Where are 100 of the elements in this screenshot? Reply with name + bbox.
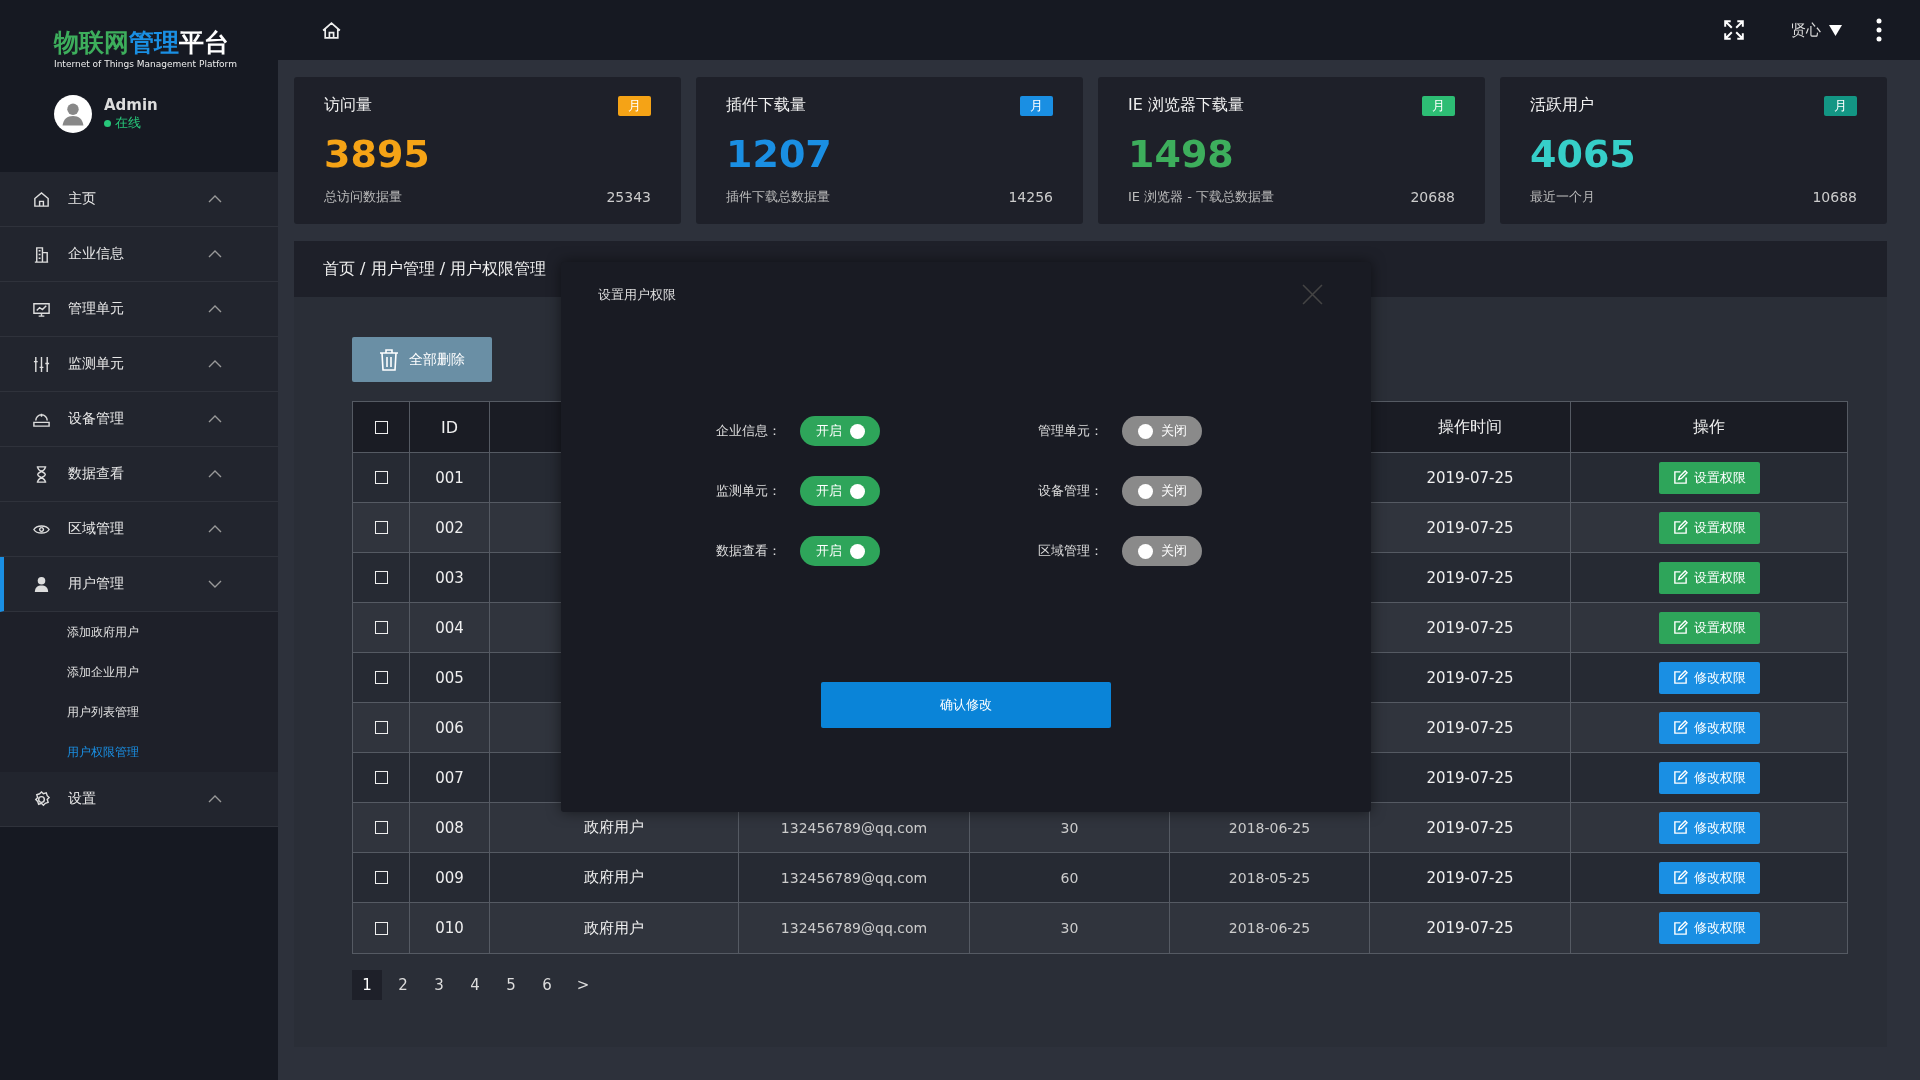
table-cell: 001 — [435, 468, 464, 487]
stat-caption: 最近一个月 — [1530, 188, 1595, 206]
confirm-button[interactable]: 确认修改 — [821, 682, 1111, 728]
table-cell: 30 — [1060, 819, 1079, 836]
edit-icon — [1672, 920, 1688, 936]
checkbox[interactable] — [374, 721, 388, 734]
table-cell: 010 — [435, 919, 464, 937]
edit-icon — [1672, 520, 1688, 535]
switch-label: 监测单元： — [716, 482, 782, 500]
column-header: 操作 — [1693, 416, 1725, 438]
logo-title: 物联网管理平台 — [54, 28, 230, 58]
sliders-icon — [32, 354, 51, 374]
stat-title: 插件下载量 — [726, 95, 806, 116]
table-cell: 2019-07-25 — [1426, 518, 1514, 537]
building-icon — [32, 244, 51, 264]
stat-caption: 插件下载总数据量 — [726, 188, 830, 206]
checkbox[interactable] — [374, 821, 388, 834]
switch-label: 企业信息： — [716, 422, 782, 440]
period-badge: 月 — [1020, 95, 1053, 116]
more-icon[interactable] — [1876, 18, 1882, 42]
stat-total: 20688 — [1410, 189, 1455, 205]
checkbox[interactable] — [374, 871, 388, 884]
page-button[interactable]: 2 — [388, 970, 418, 1000]
period-badge: 月 — [618, 95, 651, 116]
user-menu[interactable]: 贤心 — [1785, 19, 1848, 41]
stat-title: 活跃用户 — [1530, 95, 1594, 116]
table-cell: 002 — [435, 518, 464, 537]
table-cell: 政府用户 — [584, 918, 644, 938]
edit-icon — [1672, 770, 1688, 785]
stat-value: 1498 — [1128, 132, 1235, 176]
fullscreen-icon[interactable] — [1723, 19, 1745, 41]
chevron-icon — [208, 580, 222, 588]
chevron-icon — [208, 795, 222, 803]
table-cell: 2019-07-25 — [1426, 868, 1514, 887]
table-cell: 2019-07-25 — [1426, 919, 1514, 937]
checkbox[interactable] — [374, 621, 388, 634]
logo-subtitle: Internet of Things Management Platform — [54, 59, 238, 69]
page-button[interactable]: 4 — [460, 970, 490, 1000]
page-button[interactable]: 3 — [424, 970, 454, 1000]
home-icon[interactable] — [321, 19, 342, 41]
table-cell: 2019-07-25 — [1426, 768, 1514, 787]
table-cell: 132456789@qq.com — [780, 920, 928, 936]
user-status: 在线 — [104, 114, 158, 132]
trash-icon — [379, 348, 399, 371]
edit-icon — [1672, 470, 1688, 485]
table-cell: 2019-07-25 — [1426, 818, 1514, 837]
table-cell: 009 — [435, 868, 464, 887]
table-cell: 003 — [435, 568, 464, 587]
checkbox[interactable] — [374, 921, 388, 935]
submenu-item[interactable]: 用户权限管理 — [0, 732, 278, 772]
settings-icon — [32, 789, 51, 809]
table-cell: 132456789@qq.com — [780, 819, 928, 836]
table-cell: 60 — [1060, 869, 1079, 886]
column-header: 操作时间 — [1438, 416, 1502, 438]
switch-label: 设备管理： — [1038, 482, 1104, 500]
chevron-icon — [208, 415, 222, 423]
stat-value: 4065 — [1530, 132, 1637, 176]
table-cell: 004 — [435, 618, 464, 637]
table-cell: 132456789@qq.com — [780, 869, 928, 886]
checkbox[interactable] — [374, 471, 388, 484]
table-cell: 2019-07-25 — [1426, 568, 1514, 587]
page-button[interactable]: 1 — [352, 970, 382, 1000]
chevron-icon — [208, 305, 222, 313]
page-button[interactable]: 6 — [532, 970, 562, 1000]
table-cell: 2019-07-25 — [1426, 718, 1514, 737]
chevron-icon — [208, 360, 222, 368]
breadcrumb: 首页 / 用户管理 / 用户权限管理 — [323, 258, 547, 280]
switch-label: 区域管理： — [1038, 542, 1104, 560]
table-cell: 006 — [435, 718, 464, 737]
table-cell: 2018-06-25 — [1228, 920, 1311, 936]
table-cell: 2019-07-25 — [1426, 618, 1514, 637]
edit-icon — [1672, 670, 1688, 685]
next-page-button[interactable]: > — [568, 970, 598, 1000]
table-cell: 2018-05-25 — [1228, 869, 1311, 886]
submenu-item[interactable]: 添加企业用户 — [0, 652, 278, 692]
user-name: Admin — [104, 96, 158, 114]
edit-icon — [1672, 820, 1688, 835]
submenu-item[interactable]: 用户列表管理 — [0, 692, 278, 732]
chevron-icon — [208, 195, 222, 203]
stat-title: IE 浏览器下载量 — [1128, 95, 1244, 116]
edit-icon — [1672, 870, 1688, 885]
checkbox[interactable] — [374, 571, 388, 584]
edit-icon — [1672, 620, 1688, 635]
checkbox[interactable] — [374, 420, 388, 434]
table-cell: 30 — [1060, 920, 1079, 936]
table-cell: 2019-07-25 — [1426, 468, 1514, 487]
stat-total: 25343 — [606, 189, 651, 205]
chevron-icon — [208, 525, 222, 533]
page-button[interactable]: 5 — [496, 970, 526, 1000]
home-icon — [32, 189, 51, 209]
table-cell: 政府用户 — [584, 868, 644, 887]
checkbox[interactable] — [374, 671, 388, 684]
stat-value: 1207 — [726, 132, 833, 176]
chevron-icon — [208, 250, 222, 258]
checkbox[interactable] — [374, 521, 388, 534]
switch-label: 管理单元： — [1038, 422, 1104, 440]
checkbox[interactable] — [374, 771, 388, 784]
submenu-item[interactable]: 添加政府用户 — [0, 612, 278, 652]
edit-icon — [1672, 720, 1688, 735]
period-badge: 月 — [1422, 95, 1455, 116]
